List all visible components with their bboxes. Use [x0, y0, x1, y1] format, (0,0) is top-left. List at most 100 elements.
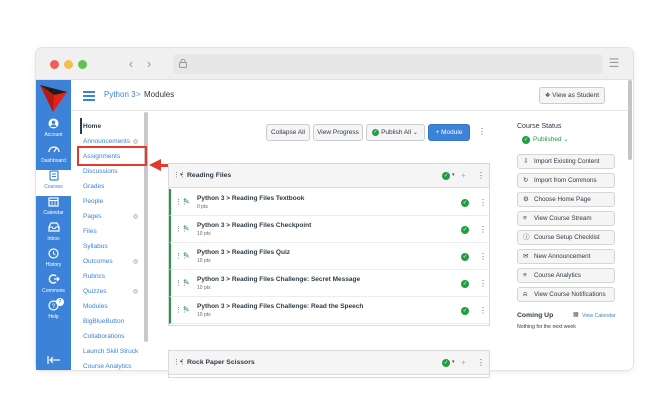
- assignment-icon: ✎: [183, 305, 190, 314]
- course-action-view-course-notifications[interactable]: ⍾ View Course Notifications: [517, 287, 615, 302]
- module-header[interactable]: ⋮⋮ ▾ Reading Files ✓ ▾ + ⋮: [169, 164, 489, 188]
- course-nav-files[interactable]: Files: [83, 227, 97, 237]
- global-nav-history[interactable]: History: [36, 248, 71, 274]
- browser-menu-icon[interactable]: ☰: [607, 56, 621, 70]
- breadcrumb-separator: >: [136, 90, 141, 99]
- publish-all-button[interactable]: ✓ Publish All ⌄: [366, 124, 425, 141]
- item-more-icon[interactable]: ⋮: [479, 225, 487, 235]
- collapse-caret-icon[interactable]: ▾: [180, 172, 183, 178]
- forward-arrow-icon[interactable]: ›: [140, 55, 158, 73]
- course-action-new-announcement[interactable]: ✉ New Announcement: [517, 249, 615, 264]
- chevron-down-icon[interactable]: ▾: [452, 359, 455, 365]
- back-arrow-icon[interactable]: ‹: [122, 55, 140, 73]
- add-item-icon[interactable]: +: [461, 171, 466, 181]
- maximize-window-button[interactable]: [78, 60, 87, 69]
- module-item-title[interactable]: Python 3 > Reading Files Quiz: [197, 248, 290, 257]
- module-published-icon[interactable]: ✓: [442, 172, 450, 180]
- item-published-icon[interactable]: ✓: [461, 280, 469, 288]
- item-more-icon[interactable]: ⋮: [479, 279, 487, 289]
- breadcrumb-course-link[interactable]: Python 3: [104, 89, 136, 101]
- toolbar-more-icon[interactable]: ⋮: [478, 127, 486, 137]
- module-item-row[interactable]: ⋮⋮ ✎ Python 3 > Reading Files Textbook 0 pt…: [169, 189, 489, 216]
- module-item-title[interactable]: Python 3 > Reading Files Checkpoint: [197, 221, 311, 230]
- global-nav-calendar[interactable]: Calendar: [36, 196, 71, 222]
- global-nav-label: Courses: [44, 184, 63, 190]
- module-item-points: 10 pts: [197, 312, 211, 318]
- address-bar[interactable]: [173, 54, 603, 74]
- page-scrollbar[interactable]: [628, 80, 632, 160]
- course-nav-people[interactable]: People: [83, 197, 103, 207]
- drag-handle-icon[interactable]: ⋮⋮: [173, 358, 186, 368]
- module-more-icon[interactable]: ⋮: [477, 358, 485, 368]
- course-published-dropdown[interactable]: Published ⌄: [533, 135, 568, 145]
- published-label: Published: [533, 136, 562, 143]
- module-header[interactable]: ⋮⋮ ▾ Rock Paper Scissors ✓ ▾ + ⋮: [169, 351, 489, 375]
- view-calendar-link[interactable]: View Calendar: [582, 312, 616, 320]
- module-item-row[interactable]: ⋮⋮ ✎ Python 3 > Reading Files Checkpoint 10…: [169, 216, 489, 243]
- course-action-import-existing-content[interactable]: ⇩ Import Existing Content: [517, 154, 615, 169]
- item-published-icon[interactable]: ✓: [461, 226, 469, 234]
- course-action-choose-home-page[interactable]: ⚙ Choose Home Page: [517, 192, 615, 207]
- item-more-icon[interactable]: ⋮: [479, 306, 487, 316]
- course-action-import-from-commons[interactable]: ↻ Import from Commons: [517, 173, 615, 188]
- course-action-view-course-stream[interactable]: ≡ View Course Stream: [517, 211, 615, 226]
- global-nav-commons[interactable]: Commons: [36, 274, 71, 300]
- minimize-window-button[interactable]: [64, 60, 73, 69]
- module-item-title[interactable]: Python 3 > Reading Files Textbook: [197, 194, 304, 203]
- course-action-course-analytics[interactable]: ≡ Course Analytics: [517, 268, 615, 283]
- module-item-row[interactable]: ⋮⋮ ✎ Python 3 > Reading Files Quiz 10 pts ✓ ⋮: [169, 243, 489, 270]
- item-more-icon[interactable]: ⋮: [479, 198, 487, 208]
- assignment-icon: ✎: [183, 224, 190, 233]
- course-nav-course-analytics[interactable]: Course Analytics: [83, 362, 131, 372]
- collapse-caret-icon[interactable]: ▾: [180, 359, 183, 365]
- global-nav-courses[interactable]: Courses: [36, 170, 71, 196]
- course-nav-collaborations[interactable]: Collaborations: [83, 332, 125, 342]
- annotation-arrow-head: [149, 159, 161, 171]
- module-item-title[interactable]: Python 3 > Reading Files Challenge: Secr…: [197, 275, 360, 284]
- published-check-icon: ✓: [522, 136, 530, 144]
- chevron-down-icon[interactable]: ▾: [452, 172, 455, 178]
- course-nav-grades[interactable]: Grades: [83, 182, 104, 192]
- hidden-eye-icon: ◎: [133, 289, 139, 295]
- hamburger-menu-icon[interactable]: [83, 91, 95, 101]
- global-nav-dashboard[interactable]: Dashboard: [36, 144, 71, 170]
- checklist-icon: ⓘ: [523, 234, 530, 241]
- module-more-icon[interactable]: ⋮: [477, 171, 485, 181]
- course-action-label: Course Setup Checklist: [534, 234, 600, 241]
- course-nav-launch-skill-struck[interactable]: Launch Skill Struck: [83, 347, 138, 357]
- canvas-logo[interactable]: [36, 80, 71, 116]
- item-more-icon[interactable]: ⋮: [479, 252, 487, 262]
- drag-handle-icon[interactable]: ⋮⋮: [173, 171, 186, 181]
- add-item-icon[interactable]: +: [461, 358, 466, 368]
- collapse-all-button[interactable]: Collapse All: [266, 124, 310, 141]
- global-nav-help[interactable]: ? Help: [36, 300, 71, 326]
- course-nav-syllabus[interactable]: Syllabus: [83, 242, 108, 252]
- module-item-title[interactable]: Python 3 > Reading Files Challenge: Read…: [197, 302, 363, 311]
- module-published-icon[interactable]: ✓: [442, 359, 450, 367]
- course-nav-bigbluebutton[interactable]: BigBlueButton: [83, 317, 124, 327]
- announcement-icon: ✉: [523, 253, 529, 260]
- module-item-row[interactable]: ⋮⋮ ✎ Python 3 > Reading Files Challenge: R…: [169, 297, 489, 324]
- item-published-icon[interactable]: ✓: [461, 253, 469, 261]
- course-nav-discussions[interactable]: Discussions: [83, 167, 118, 177]
- item-published-icon[interactable]: ✓: [461, 199, 469, 207]
- close-window-button[interactable]: [50, 60, 59, 69]
- module-item-row[interactable]: ⋮⋮ ✎ Python 3 > Reading Files Challenge: S…: [169, 270, 489, 297]
- module-item-points: 10 pts: [197, 258, 211, 264]
- global-nav-account[interactable]: Account: [36, 118, 71, 144]
- course-nav-quizzes[interactable]: Quizzes: [83, 287, 106, 297]
- course-nav-modules[interactable]: Modules: [83, 302, 108, 312]
- account-icon: [36, 118, 71, 131]
- collapse-nav-icon[interactable]: [47, 352, 61, 364]
- inbox-icon: [36, 222, 71, 235]
- course-nav-home[interactable]: Home: [83, 122, 101, 132]
- course-nav-rubrics[interactable]: Rubrics: [83, 272, 105, 282]
- course-nav-outcomes[interactable]: Outcomes: [83, 257, 113, 267]
- global-nav-inbox[interactable]: Inbox: [36, 222, 71, 248]
- add-module-button[interactable]: + Module: [428, 124, 470, 141]
- view-as-student-button[interactable]: ❖ View as Student: [539, 87, 605, 104]
- item-published-icon[interactable]: ✓: [461, 307, 469, 315]
- course-nav-pages[interactable]: Pages: [83, 212, 101, 222]
- course-action-course-setup-checklist[interactable]: ⓘ Course Setup Checklist: [517, 230, 615, 245]
- view-progress-button[interactable]: View Progress: [313, 124, 363, 141]
